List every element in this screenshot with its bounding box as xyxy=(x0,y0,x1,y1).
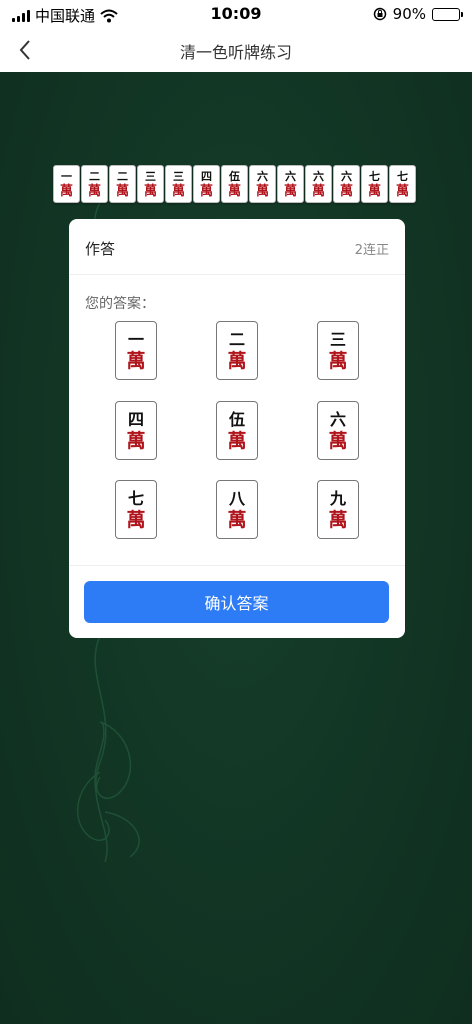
hand-tile: 七萬 xyxy=(361,165,388,203)
status-bar: 中国联通 10:09 90% xyxy=(0,0,472,28)
tile-number: 六 xyxy=(285,169,296,183)
tile-number: 一 xyxy=(127,329,144,349)
hand-tiles: 一萬二萬二萬三萬三萬四萬伍萬六萬六萬六萬六萬七萬七萬 xyxy=(53,165,416,203)
tile-number: 六 xyxy=(341,169,352,183)
answer-choice-tile[interactable]: 八萬 xyxy=(216,480,258,539)
tile-suit: 萬 xyxy=(59,183,73,199)
tile-number: 二 xyxy=(89,169,100,183)
page-title: 清一色听牌练习 xyxy=(179,43,292,62)
tile-suit: 萬 xyxy=(311,183,325,199)
answer-choice-tile[interactable]: 九萬 xyxy=(317,480,359,539)
answer-choice-tile[interactable]: 三萬 xyxy=(317,321,359,380)
answer-choice-tile[interactable]: 七萬 xyxy=(115,480,157,539)
answer-choice-tile[interactable]: 六萬 xyxy=(317,401,359,460)
answer-choice-tile[interactable]: 二萬 xyxy=(216,321,258,380)
tile-number: 一 xyxy=(61,169,72,183)
tile-number: 二 xyxy=(228,329,245,349)
tile-number: 六 xyxy=(257,169,268,183)
tile-number: 伍 xyxy=(228,409,245,429)
nav-bar: 清一色听牌练习 xyxy=(0,28,472,72)
tile-suit: 萬 xyxy=(87,183,101,199)
tile-suit: 萬 xyxy=(227,429,247,452)
tile-number: 三 xyxy=(145,169,156,183)
card-header: 作答 2连正 xyxy=(69,219,405,275)
tile-suit: 萬 xyxy=(328,349,348,372)
tile-suit: 萬 xyxy=(227,349,247,372)
tile-suit: 萬 xyxy=(283,183,297,199)
streak-badge: 2连正 xyxy=(354,243,389,258)
tile-number: 八 xyxy=(228,488,245,508)
tile-number: 三 xyxy=(173,169,184,183)
hand-tile: 二萬 xyxy=(81,165,108,203)
tile-suit: 萬 xyxy=(115,183,129,199)
hand-tile: 三萬 xyxy=(165,165,192,203)
tile-suit: 萬 xyxy=(227,183,241,199)
tile-suit: 萬 xyxy=(143,183,157,199)
tile-number: 九 xyxy=(329,488,346,508)
hand-tile: 七萬 xyxy=(389,165,416,203)
battery-icon xyxy=(432,7,463,21)
tile-number: 伍 xyxy=(229,169,240,183)
tile-number: 三 xyxy=(329,329,346,349)
tile-suit: 萬 xyxy=(171,183,185,199)
hand-tile: 六萬 xyxy=(277,165,304,203)
tile-suit: 萬 xyxy=(227,508,247,531)
answer-choice-tile[interactable]: 四萬 xyxy=(115,401,157,460)
card-title: 作答 xyxy=(85,240,116,258)
tile-number: 七 xyxy=(127,488,144,508)
tile-number: 七 xyxy=(397,169,408,183)
tile-suit: 萬 xyxy=(328,429,348,452)
tile-number: 六 xyxy=(313,169,324,183)
tile-number: 四 xyxy=(127,409,144,429)
answer-choice-tile[interactable]: 伍萬 xyxy=(216,401,258,460)
tile-suit: 萬 xyxy=(126,508,146,531)
answer-label: 您的答案： xyxy=(85,296,155,312)
hand-tile: 六萬 xyxy=(333,165,360,203)
rotation-lock-icon xyxy=(373,7,386,21)
hand-tile: 四萬 xyxy=(193,165,220,203)
tile-suit: 萬 xyxy=(126,429,146,452)
tile-suit: 萬 xyxy=(395,183,409,199)
status-right: 90% xyxy=(373,5,463,23)
answer-card: 作答 2连正 您的答案： 一萬二萬三萬四萬伍萬六萬七萬八萬九萬 确认答案 xyxy=(69,219,405,638)
tile-number: 七 xyxy=(369,169,380,183)
game-table: 一萬二萬二萬三萬三萬四萬伍萬六萬六萬六萬六萬七萬七萬 作答 2连正 您的答案： … xyxy=(0,72,472,1024)
tile-suit: 萬 xyxy=(199,183,213,199)
tile-number: 四 xyxy=(201,169,212,183)
tile-suit: 萬 xyxy=(339,183,353,199)
hand-tile: 伍萬 xyxy=(221,165,248,203)
tile-suit: 萬 xyxy=(328,508,348,531)
hand-tile: 六萬 xyxy=(305,165,332,203)
hand-tile: 二萬 xyxy=(109,165,136,203)
hand-tile: 三萬 xyxy=(137,165,164,203)
hand-tile: 一萬 xyxy=(53,165,80,203)
confirm-answer-button[interactable]: 确认答案 xyxy=(84,581,389,623)
battery-percent: 90% xyxy=(392,5,426,23)
tile-number: 二 xyxy=(117,169,128,183)
divider xyxy=(69,565,405,566)
hand-tile: 六萬 xyxy=(249,165,276,203)
tile-suit: 萬 xyxy=(367,183,381,199)
tile-suit: 萬 xyxy=(126,349,146,372)
tile-number: 六 xyxy=(329,409,346,429)
tile-suit: 萬 xyxy=(255,183,269,199)
answer-choice-tile[interactable]: 一萬 xyxy=(115,321,157,380)
